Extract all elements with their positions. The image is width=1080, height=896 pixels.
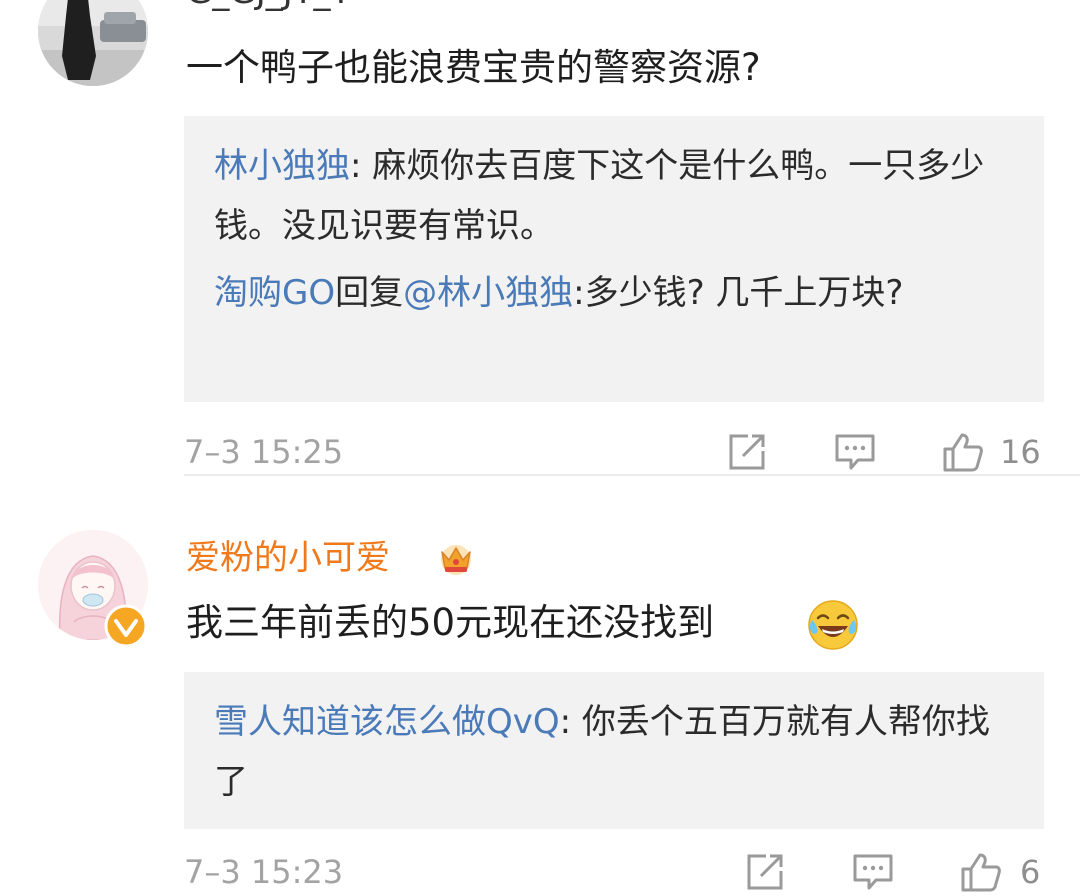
reply-separator: :	[573, 273, 585, 313]
comment-meta: 7–3 15:23 6	[184, 848, 1044, 896]
crown-icon	[436, 540, 476, 576]
like-count: 16	[1000, 433, 1041, 471]
avatar[interactable]	[38, 0, 148, 86]
thumbs-up-icon[interactable]	[942, 432, 984, 472]
comment-text: 一个鸭子也能浪费宝贵的警察资源?	[186, 46, 761, 89]
reply-icon[interactable]	[834, 432, 876, 472]
thumbs-up-icon[interactable]	[960, 852, 1002, 892]
share-icon[interactable]	[744, 852, 786, 892]
comment-time: 7–3 15:25	[184, 433, 344, 471]
reply-author[interactable]: 淘购GO	[214, 273, 335, 313]
reply-item: 雪人知道该怎么做QvQ: 你丢个五百万就有人帮你找了	[214, 692, 1014, 812]
reply-mention[interactable]: @林小独独	[403, 273, 573, 313]
reply-author[interactable]: 雪人知道该怎么做QvQ	[214, 702, 560, 742]
reply-box[interactable]: 林小独独: 麻烦你去百度下这个是什么鸭。一只多少钱。没见识要有常识。 淘购GO回…	[184, 116, 1044, 402]
reply-author[interactable]: 林小独独	[214, 146, 350, 186]
reply-box[interactable]: 雪人知道该怎么做QvQ: 你丢个五百万就有人帮你找了	[184, 672, 1044, 829]
verified-badge-icon	[104, 604, 148, 648]
reply-item: 林小独独: 麻烦你去百度下这个是什么鸭。一只多少钱。没见识要有常识。	[214, 136, 1014, 256]
avatar-photo	[38, 0, 148, 86]
reply-separator: :	[350, 146, 373, 186]
comment-time: 7–3 15:23	[184, 853, 344, 891]
reply-text: 多少钱? 几千上万块?	[584, 273, 904, 313]
reply-verb: 回复	[335, 273, 404, 313]
comment-meta: 7–3 15:25 16	[184, 428, 1044, 476]
reply-separator: :	[559, 702, 582, 742]
reply-icon[interactable]	[852, 852, 894, 892]
reply-item: 淘购GO回复@林小独独:多少钱? 几千上万块?	[214, 263, 1014, 323]
username[interactable]: 爱粉的小可爱	[186, 536, 390, 580]
like-count: 6	[1020, 853, 1041, 891]
share-icon[interactable]	[726, 432, 768, 472]
divider	[184, 474, 1080, 476]
username[interactable]: G_GJ_JY_Y	[186, 0, 351, 14]
laughing-crying-emoji	[806, 598, 860, 652]
comment-text: 我三年前丢的50元现在还没找到	[186, 601, 715, 644]
